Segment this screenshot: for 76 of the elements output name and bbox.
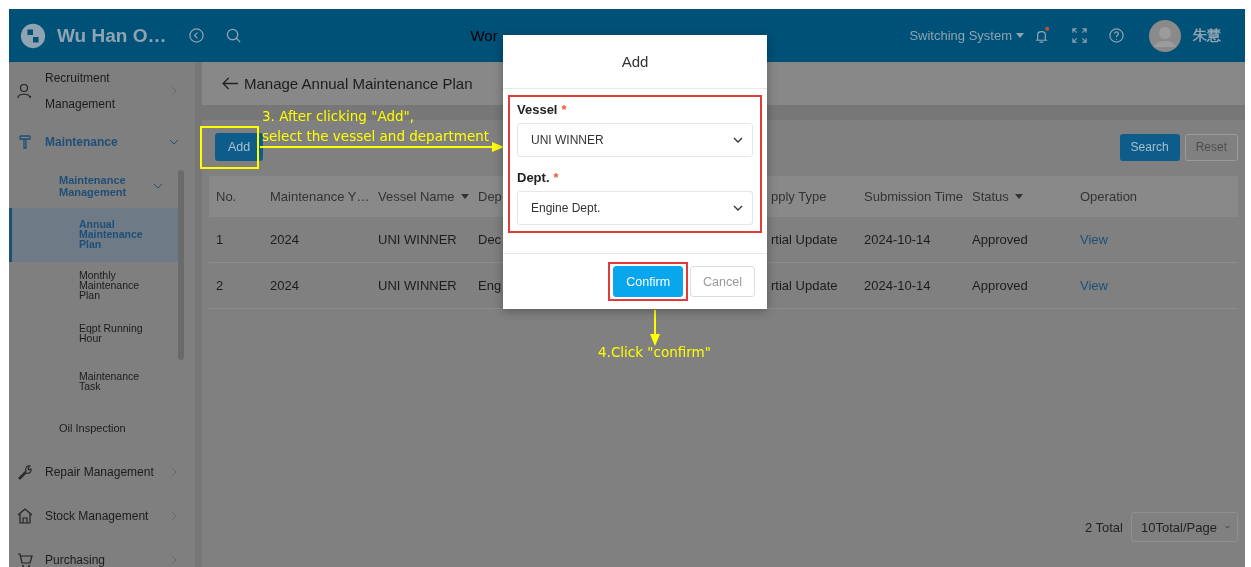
chevron-down-icon [733,137,743,143]
user-name: 朱慧 [1193,26,1221,45]
required-mark: * [553,170,559,185]
table-cell: Dec [478,232,502,247]
avatar-icon[interactable] [1149,19,1181,52]
field-label: Vessel [517,102,558,117]
table-cell: Eng [478,278,502,293]
sidebar-item[interactable]: Annual Maintenance Plan [9,208,179,262]
table-cell: 2024 [270,278,299,293]
caret-icon[interactable] [1014,194,1023,199]
user-icon [17,83,33,99]
cancel-button[interactable]: Cancel [690,266,755,297]
highlight-frame [200,126,259,169]
view-link[interactable]: View [1080,232,1108,247]
field-label: Dept. [517,170,550,185]
chevron-down-icon [733,205,743,211]
table-cell: rtial Update [771,278,838,293]
table-cell: UNI WINNER [378,278,457,293]
required-mark: * [561,102,567,117]
sidebar-item[interactable]: Recruitment Management [9,62,179,120]
logo-icon [19,21,47,50]
dropdown-field[interactable]: UNI WINNER [517,123,753,157]
table-cell: Approved [972,232,1028,247]
table-cell: UNI WINNER [378,232,457,247]
caret-icon[interactable] [460,194,469,199]
chevron-down-icon [169,137,179,147]
scrollbar[interactable] [178,170,184,360]
column-header[interactable]: Submission Time [864,189,963,204]
back-arrow-icon[interactable] [222,77,239,90]
sidebar-item[interactable]: Maintenance Management [9,164,179,208]
column-header[interactable]: Dep [478,189,502,204]
table-cell: 1 [216,232,224,247]
brush-icon [17,134,33,150]
system-switch[interactable]: Switching System [909,28,1012,43]
table-cell: rtial Update [771,232,838,247]
search-button[interactable]: Search [1119,133,1180,161]
table-cell: 2024-10-14 [864,278,931,293]
column-header[interactable]: No. [216,189,237,204]
sidebar-item[interactable]: Monthly Maintenance Plan [9,262,179,310]
column-header[interactable]: Operation [1080,189,1138,204]
cart-icon [17,552,33,567]
fullscreen-icon[interactable] [1071,27,1088,44]
view-link[interactable]: View [1080,278,1108,293]
table-cell: 2024 [270,232,299,247]
sidebar-item[interactable]: Stock Management [9,494,179,538]
total-count: 2 Total [1084,519,1123,535]
house-icon [17,508,33,524]
sidebar-item[interactable]: Maintenance [9,120,179,164]
sidebar-item[interactable]: Repair Management [9,450,179,494]
page-title: Manage Annual Maintenance Plan [244,75,473,92]
column-header[interactable]: Status [972,189,1023,204]
column-header[interactable]: pply Type [771,189,827,204]
column-header[interactable]: Maintenance Y… [270,189,370,204]
sidebar-item[interactable]: Purchasing [9,538,179,567]
table-cell: Approved [972,278,1028,293]
annotation-text: 3. After clicking "Add", select the vessel and department [262,107,490,146]
table-cell: 2024-10-14 [864,232,931,247]
collapse-icon[interactable] [188,27,206,44]
table-cell: 2 [216,278,224,293]
sidebar-item[interactable]: Maintenance Task [9,358,179,406]
dropdown-field[interactable]: Engine Dept. [517,191,753,225]
annotation-text: 4.Click "confirm" [598,343,711,362]
sidebar-item[interactable]: Eqpt Running Hour [9,310,179,358]
search-icon[interactable] [225,27,243,44]
page-size-select[interactable]: 10Total/Page [1131,512,1238,542]
annotation-arrow [650,310,660,346]
chevron-down-icon [153,181,163,191]
brand-name: Wu Han O… [57,24,167,47]
nav-link[interactable]: Wor [470,27,498,44]
dialog-title: Add [503,35,767,89]
sidebar-item[interactable]: Oil Inspection [9,406,179,450]
column-header[interactable]: Vessel Name [378,189,469,204]
chevron-down-icon [1224,524,1230,530]
help-icon[interactable] [1108,27,1125,44]
wrench-icon [17,464,33,480]
confirm-button[interactable]: Confirm [613,266,684,297]
